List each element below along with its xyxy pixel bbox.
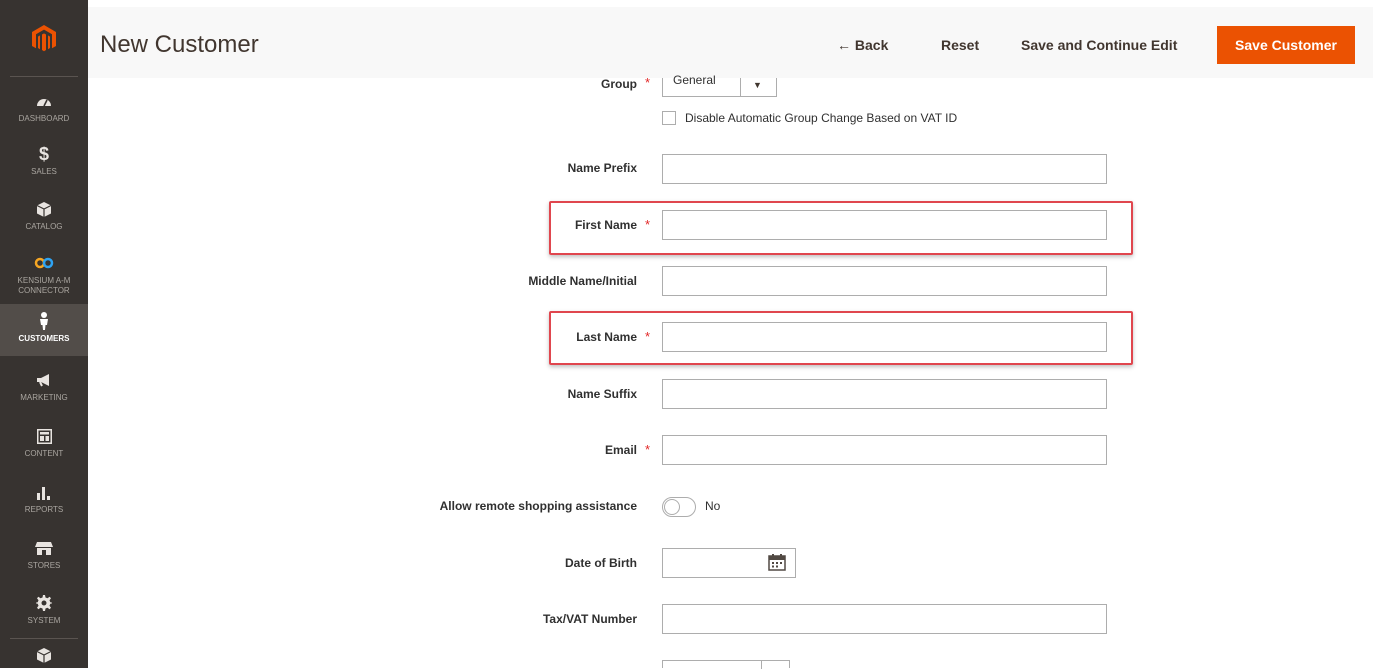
first-name-input[interactable]: [662, 210, 1107, 240]
email-label: Email: [604, 443, 637, 457]
layout-icon: [36, 425, 52, 447]
required-asterisk: *: [645, 442, 651, 457]
sidebar-item-customers[interactable]: CUSTOMERS: [0, 304, 88, 356]
save-customer-button[interactable]: Save Customer: [1217, 26, 1355, 64]
required-asterisk: *: [645, 329, 651, 344]
page-title: New Customer: [100, 31, 259, 58]
sidebar-item-more[interactable]: [0, 644, 88, 668]
sidebar-item-label: CONTENT: [24, 449, 64, 458]
calendar-icon[interactable]: [768, 554, 786, 576]
middle-name-input[interactable]: [662, 266, 1107, 296]
cube-icon: [37, 644, 51, 666]
page-header: New Customer ← Back Reset Save and Conti…: [88, 7, 1373, 78]
next-field-select[interactable]: [662, 660, 790, 669]
chevron-down-icon: ▼: [753, 80, 762, 90]
name-prefix-label: Name Prefix: [567, 161, 637, 175]
infinity-icon: [34, 252, 54, 274]
tax-vat-label: Tax/VAT Number: [542, 612, 637, 626]
toggle-knob: [664, 499, 680, 515]
sidebar-item-catalog[interactable]: CATALOG: [0, 198, 88, 242]
sidebar-item-label: CUSTOMERS: [18, 334, 70, 343]
megaphone-icon: [36, 369, 52, 391]
sidebar-item-label: CATALOG: [25, 222, 63, 231]
group-label: Group: [601, 77, 637, 91]
last-name-label: Last Name: [576, 330, 637, 344]
disable-auto-group-checkbox[interactable]: [662, 111, 676, 125]
dob-label: Date of Birth: [565, 556, 637, 570]
sidebar-item-label: KENSIUM A-M CONNECTOR: [17, 276, 71, 295]
group-select[interactable]: General ▼: [662, 73, 777, 97]
sidebar-item-content[interactable]: CONTENT: [0, 425, 88, 469]
speedometer-icon: [36, 90, 52, 112]
email-input[interactable]: [662, 435, 1107, 465]
sidebar-item-kensium-connector[interactable]: KENSIUM A-M CONNECTOR: [0, 252, 88, 302]
remote-assistance-label: Allow remote shopping assistance: [439, 499, 637, 513]
sidebar-item-stores[interactable]: STORES: [0, 537, 88, 581]
first-name-label: First Name: [574, 218, 637, 232]
sidebar-item-sales[interactable]: $ SALES: [0, 143, 88, 187]
required-asterisk: *: [645, 217, 651, 232]
name-suffix-label: Name Suffix: [567, 387, 637, 401]
sidebar-item-reports[interactable]: REPORTS: [0, 481, 88, 525]
gear-icon: [36, 592, 52, 614]
magento-logo[interactable]: [0, 0, 88, 78]
required-asterisk: *: [645, 75, 651, 90]
remote-assistance-toggle[interactable]: [662, 497, 696, 517]
storefront-icon: [35, 537, 53, 559]
sidebar-item-label: REPORTS: [24, 505, 64, 514]
sidebar-item-system[interactable]: SYSTEM: [0, 592, 88, 636]
admin-sidebar: DASHBOARD $ SALES CATALOG KENSIUM A-M CO…: [0, 0, 88, 668]
sidebar-item-label: SYSTEM: [27, 616, 61, 625]
tax-vat-input[interactable]: [662, 604, 1107, 634]
dollar-icon: $: [38, 143, 49, 164]
name-suffix-input[interactable]: [662, 379, 1107, 409]
middle-name-label: Middle Name/Initial: [528, 274, 637, 288]
sidebar-item-label: STORES: [27, 561, 61, 570]
person-icon: [39, 310, 49, 332]
save-and-continue-button[interactable]: Save and Continue Edit: [1021, 37, 1177, 53]
reset-button[interactable]: Reset: [941, 37, 979, 53]
last-name-input[interactable]: [662, 322, 1107, 352]
sidebar-item-marketing[interactable]: MARKETING: [0, 369, 88, 413]
back-button[interactable]: ← Back: [837, 37, 888, 53]
sidebar-item-label: SALES: [31, 167, 57, 176]
sidebar-item-dashboard[interactable]: DASHBOARD: [0, 90, 88, 134]
name-prefix-input[interactable]: [662, 154, 1107, 184]
toggle-state-label: No: [705, 499, 721, 513]
bar-chart-icon: [37, 481, 51, 503]
select-divider: [740, 78, 741, 96]
box-icon: [37, 198, 51, 220]
sidebar-item-label: DASHBOARD: [18, 114, 70, 123]
group-select-value: General: [673, 73, 716, 87]
sidebar-divider: [10, 638, 78, 639]
sidebar-item-label: MARKETING: [20, 393, 68, 402]
sidebar-divider: [10, 76, 78, 77]
disable-auto-group-label: Disable Automatic Group Change Based on …: [685, 111, 958, 125]
